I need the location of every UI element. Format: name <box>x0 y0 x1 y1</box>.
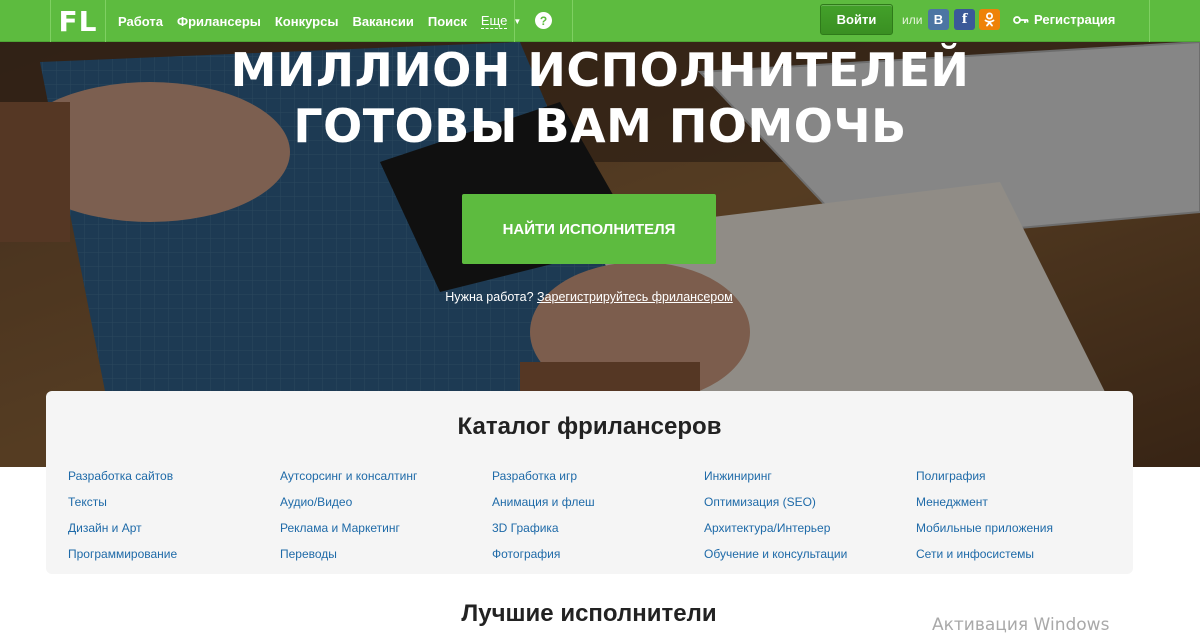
nav-search[interactable]: Поиск <box>428 14 467 29</box>
register-label: Регистрация <box>1034 12 1116 27</box>
key-icon <box>1013 15 1029 24</box>
nav-more[interactable]: Еще <box>480 13 508 29</box>
catalog-link[interactable]: Аутсорсинг и консалтинг <box>280 463 417 489</box>
catalog-link[interactable]: 3D Графика <box>492 515 595 541</box>
vk-login-icon[interactable]: В <box>928 9 949 30</box>
catalog-link[interactable]: Инжиниринг <box>704 463 847 489</box>
nav-vacancies[interactable]: Вакансии <box>352 14 413 29</box>
catalog-link[interactable]: Менеджмент <box>916 489 1053 515</box>
nav-divider <box>572 0 573 42</box>
main-nav: Работа Фриланcеры Конкурсы Вакансии Поис… <box>118 0 521 42</box>
catalog-column: Разработка игр Анимация и флеш 3D График… <box>492 463 595 567</box>
catalog-column: Инжиниринг Оптимизация (SEO) Архитектура… <box>704 463 847 567</box>
odnoklassniki-login-icon[interactable] <box>979 9 1000 30</box>
hero-title-line-1: МИЛЛИОН ИСПОЛНИТЕЛЕЙ <box>230 43 970 97</box>
catalog-link[interactable]: Дизайн и Арт <box>68 515 177 541</box>
nav-contests[interactable]: Конкурсы <box>275 14 339 29</box>
catalog-link[interactable]: Фотография <box>492 541 595 567</box>
catalog-link[interactable]: Аудио/Видео <box>280 489 417 515</box>
facebook-login-icon[interactable]: f <box>954 9 975 30</box>
fl-logo[interactable]: FL <box>50 0 106 42</box>
windows-activation-watermark: Активация Windows <box>932 615 1110 635</box>
login-button[interactable]: Войти <box>820 4 893 35</box>
hero-title: МИЛЛИОН ИСПОЛНИТЕЛЕЙ ГОТОВЫ ВАМ ПОМОЧЬ <box>0 42 1200 154</box>
catalog-column: Аутсорсинг и консалтинг Аудио/Видео Рекл… <box>280 463 417 567</box>
need-work-label: Нужна работа? <box>445 290 534 304</box>
nav-divider <box>514 0 515 42</box>
help-icon[interactable]: ? <box>535 12 552 29</box>
catalog-column: Разработка сайтов Тексты Дизайн и Арт Пр… <box>68 463 177 567</box>
find-freelancer-button[interactable]: НАЙТИ ИСПОЛНИТЕЛЯ <box>462 194 716 264</box>
catalog-column: Полиграфия Менеджмент Мобильные приложен… <box>916 463 1053 567</box>
register-link[interactable]: Регистрация <box>1013 12 1115 27</box>
catalog-link[interactable]: Мобильные приложения <box>916 515 1053 541</box>
catalog-link[interactable]: Программирование <box>68 541 177 567</box>
catalog-link[interactable]: Разработка игр <box>492 463 595 489</box>
catalog-link[interactable]: Разработка сайтов <box>68 463 177 489</box>
catalog-link[interactable]: Сети и инфосистемы <box>916 541 1053 567</box>
nav-work[interactable]: Работа <box>118 14 163 29</box>
catalog-link[interactable]: Полиграфия <box>916 463 1053 489</box>
catalog-link[interactable]: Архитектура/Интерьер <box>704 515 847 541</box>
hero-title-line-2: ГОТОВЫ ВАМ ПОМОЧЬ <box>293 99 907 153</box>
catalog-link[interactable]: Переводы <box>280 541 417 567</box>
nav-divider <box>1149 0 1150 42</box>
catalog-link[interactable]: Анимация и флеш <box>492 489 595 515</box>
top-navbar: FL Работа Фриланcеры Конкурсы Вакансии П… <box>0 0 1200 42</box>
catalog-link[interactable]: Тексты <box>68 489 177 515</box>
nav-freelancers[interactable]: Фриланcеры <box>177 14 261 29</box>
need-work-text: Нужна работа? Зарегистрируйтесь фрилансе… <box>0 290 1178 304</box>
ok-glyph-icon <box>984 12 995 27</box>
or-label: или <box>902 13 923 27</box>
register-freelancer-link[interactable]: Зарегистрируйтесь фрилансером <box>537 290 733 304</box>
catalog-link[interactable]: Реклама и Маркетинг <box>280 515 417 541</box>
freelancer-catalog: Каталог фрилансеров Разработка сайтов Те… <box>46 391 1133 574</box>
catalog-link[interactable]: Оптимизация (SEO) <box>704 489 847 515</box>
catalog-title: Каталог фрилансеров <box>457 413 722 440</box>
catalog-link[interactable]: Обучение и консультации <box>704 541 847 567</box>
